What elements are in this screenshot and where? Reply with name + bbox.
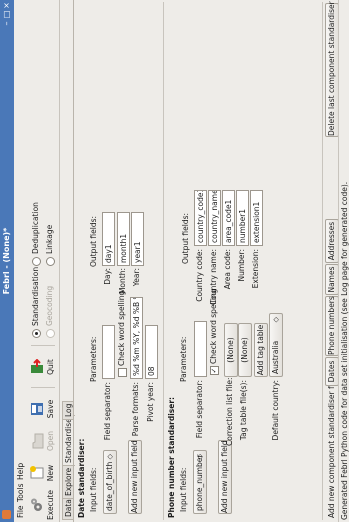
date-field-separator-input[interactable]: [102, 325, 115, 379]
gears-icon: [31, 498, 42, 511]
bottom-divider: [322, 2, 323, 520]
phone-input-fields-label: Input fields:: [179, 467, 188, 512]
date-standardiser-heading: Date standardiser:: [77, 438, 86, 518]
linkage-label: Linkage: [45, 224, 54, 254]
add-phone-numbers-button[interactable]: Phone numbers: [325, 296, 339, 356]
phone-number-input[interactable]: number1: [236, 190, 249, 246]
phone-extension-label: Extension:: [251, 249, 260, 289]
phone-area-code-input[interactable]: area_code1: [222, 190, 235, 246]
add-dates-button[interactable]: Dates: [325, 357, 339, 386]
phone-default-country-label: Default country:: [271, 380, 280, 441]
status-bar: Generated Febrl Python code for data set…: [338, 0, 349, 522]
toolbar: Execute New Open Save Quit Standardisati…: [27, 0, 60, 522]
phone-parameters-label: Parameters:: [179, 336, 188, 382]
phone-number-label: Number:: [237, 249, 246, 282]
date-field-separator-label: Field separator:: [103, 382, 112, 441]
spin-arrows-icon: ◇: [272, 317, 280, 323]
execute-button[interactable]: Execute: [28, 490, 58, 520]
standardise-panel: Date standardiser: Input fields: date_of…: [73, 0, 339, 522]
phone-field-separator-input[interactable]: [194, 321, 207, 377]
date-pivot-year-label: Pivot year:: [146, 382, 155, 422]
spin-arrows-icon: ◇: [106, 454, 114, 460]
toolbar-separator-2: [31, 345, 55, 346]
toolbar-separator: [31, 387, 55, 388]
date-parse-formats-input[interactable]: %d %m %Y, %d %B %Y,: [130, 297, 143, 379]
phone-country-name-input[interactable]: country_name1: [208, 190, 221, 246]
delete-last-standardiser-button[interactable]: Delete last component standardiser: [325, 1, 339, 137]
title-bar: Febrl - (None)* – □ ×: [0, 0, 15, 522]
date-pivot-year-input[interactable]: 08: [145, 325, 158, 379]
date-month-label: Month:: [118, 268, 127, 295]
quit-button[interactable]: Quit: [28, 352, 58, 382]
add-names-button[interactable]: Names: [325, 264, 339, 295]
folder-open-icon: [32, 433, 44, 449]
section-divider: [163, 2, 164, 520]
date-input-field-select[interactable]: date_of_birth ◇: [103, 450, 117, 514]
close-icon[interactable]: ×: [2, 1, 11, 10]
standardisation-radio[interactable]: [32, 329, 41, 338]
phone-input-field-select[interactable]: phone_number ◇: [193, 450, 207, 514]
minimize-icon[interactable]: –: [2, 19, 11, 28]
phone-default-country-value: Australia: [271, 340, 280, 374]
floppy-disk-icon: [31, 403, 43, 415]
standardisation-label: Standardisation: [31, 266, 40, 326]
date-month-input[interactable]: month1: [117, 212, 130, 266]
open-button[interactable]: Open: [28, 426, 58, 456]
date-parse-formats-label: Parse formats:: [131, 382, 140, 437]
phone-area-code-label: Area code:: [223, 249, 232, 290]
menu-file[interactable]: File: [16, 505, 25, 518]
add-new-standardiser-label: Add new component standardiser for:: [327, 376, 336, 518]
save-label: Save: [46, 399, 55, 419]
date-check-spelling-label: Check word spelling: [117, 290, 126, 366]
date-output-fields-label: Output fields:: [89, 215, 98, 267]
phone-extension-input[interactable]: extension1: [250, 190, 263, 246]
phone-tag-table-label: Tag table file(s):: [239, 380, 248, 441]
phone-input-field-value: phone_number: [195, 454, 204, 512]
maximize-icon[interactable]: □: [2, 10, 11, 19]
date-year-input[interactable]: year1: [131, 212, 144, 266]
phone-check-spelling-checkbox[interactable]: ✓: [210, 366, 219, 375]
geocoding-label: Geocoding: [45, 285, 54, 326]
date-check-spelling-checkbox[interactable]: [118, 368, 127, 377]
new-file-icon: [30, 466, 44, 479]
deduplication-radio[interactable]: [32, 257, 41, 266]
add-addresses-button[interactable]: Addresses: [325, 219, 339, 263]
menu-tools[interactable]: Tools: [16, 484, 25, 502]
phone-country-code-input[interactable]: country_code1: [194, 190, 207, 246]
new-label: New: [46, 464, 55, 482]
menu-bar: File Tools Help: [14, 0, 27, 522]
deduplication-label: Deduplication: [31, 202, 40, 254]
new-button[interactable]: New: [28, 458, 58, 488]
spin-arrows-icon: ◇: [196, 454, 204, 460]
phone-tag-table-button[interactable]: (None): [238, 323, 252, 377]
execute-label: Execute: [46, 490, 55, 520]
date-day-input[interactable]: day1: [102, 212, 115, 266]
date-input-field-value: date_of_birth: [105, 461, 114, 511]
phone-default-country-select[interactable]: Australia ◇: [269, 313, 283, 377]
phone-add-input-field-button[interactable]: Add new input field: [218, 440, 232, 514]
date-input-fields-label: Input fields:: [89, 467, 98, 512]
phone-standardiser-heading: Phone number standardiser:: [167, 396, 176, 518]
geocoding-radio[interactable]: [46, 329, 55, 338]
save-button[interactable]: Save: [28, 394, 58, 424]
phone-correction-list-button[interactable]: (None): [224, 323, 238, 377]
date-parameters-label: Parameters:: [89, 336, 98, 382]
phone-add-tag-table-button[interactable]: Add tag table: [254, 323, 268, 377]
phone-country-name-label: Country name:: [209, 249, 218, 305]
linkage-radio[interactable]: [46, 257, 55, 266]
date-day-label: Day:: [103, 268, 112, 285]
phone-field-separator-label: Field separator:: [195, 380, 204, 439]
phone-output-fields-label: Output fields:: [181, 212, 190, 264]
quit-label: Quit: [46, 359, 55, 375]
phone-correction-list-label: Correction list file:: [225, 377, 234, 446]
application-window: Febrl - (None)* – □ × File Tools Help Ex…: [0, 0, 349, 522]
phone-country-code-label: Country code:: [195, 249, 204, 302]
date-add-input-field-button[interactable]: Add new input field: [128, 440, 142, 514]
open-label: Open: [46, 430, 55, 452]
date-year-label: Year:: [132, 268, 141, 287]
menu-help[interactable]: Help: [16, 463, 25, 480]
exit-icon: [31, 359, 43, 373]
window-title: Febrl - (None)*: [2, 227, 11, 295]
